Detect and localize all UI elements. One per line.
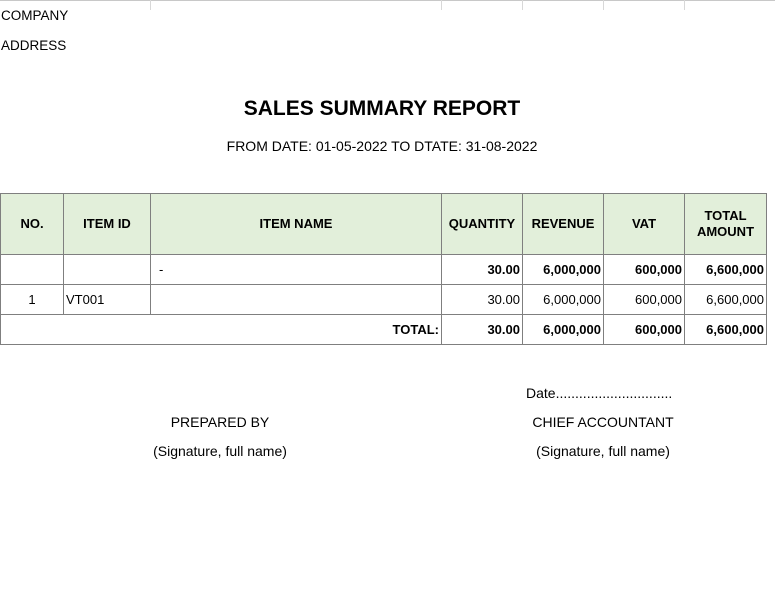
total-quantity: 30.00 xyxy=(441,314,523,345)
cell-item-id: VT001 xyxy=(63,284,151,315)
gridline xyxy=(150,0,151,10)
chief-accountant-label: CHIEF ACCOUNTANT xyxy=(532,414,674,430)
company-label: COMPANY xyxy=(1,8,69,23)
column-header-total-amount: TOTAL AMOUNT xyxy=(684,193,767,255)
report-title: SALES SUMMARY REPORT xyxy=(243,97,521,120)
cell-vat: 600,000 xyxy=(603,284,685,315)
cell-revenue: 6,000,000 xyxy=(522,254,604,285)
column-header-quantity: QUANTITY xyxy=(441,193,523,255)
gridline xyxy=(603,0,604,10)
cell-item-name xyxy=(150,284,442,315)
column-header-revenue: REVENUE xyxy=(522,193,604,255)
gridline xyxy=(522,0,523,10)
cell-item-name: - xyxy=(150,254,442,285)
column-header-item-name: ITEM NAME xyxy=(150,193,442,255)
cell-no xyxy=(0,254,64,285)
total-vat: 600,000 xyxy=(603,314,685,345)
sales-summary-table: NO. ITEM ID ITEM NAME QUANTITY REVENUE V… xyxy=(0,193,767,345)
report-date-range: FROM DATE: 01-05-2022 TO DTATE: 31-08-20… xyxy=(226,138,538,154)
total-amount: 6,600,000 xyxy=(684,314,767,345)
cell-quantity: 30.00 xyxy=(441,284,523,315)
prepared-by-label: PREPARED BY xyxy=(170,414,270,430)
prepared-by-signature-hint: (Signature, full name) xyxy=(153,443,287,459)
cell-item-id xyxy=(63,254,151,285)
total-row: TOTAL: 30.00 6,000,000 600,000 6,600,000 xyxy=(0,314,767,345)
cell-total-amount: 6,600,000 xyxy=(684,284,767,315)
column-header-item-id: ITEM ID xyxy=(63,193,151,255)
chief-accountant-signature-hint: (Signature, full name) xyxy=(536,443,670,459)
group-row: - 30.00 6,000,000 600,000 6,600,000 xyxy=(0,254,767,285)
gridline xyxy=(441,0,442,10)
table-header-row: NO. ITEM ID ITEM NAME QUANTITY REVENUE V… xyxy=(0,193,767,255)
cell-revenue: 6,000,000 xyxy=(522,284,604,315)
cell-no: 1 xyxy=(0,284,64,315)
address-label: ADDRESS xyxy=(1,38,67,53)
total-revenue: 6,000,000 xyxy=(522,314,604,345)
sheet-top-border xyxy=(0,0,775,1)
cell-total-amount: 6,600,000 xyxy=(684,254,767,285)
gridline xyxy=(684,0,685,10)
column-header-no: NO. xyxy=(0,193,64,255)
table-row: 1 VT001 30.00 6,000,000 600,000 6,600,00… xyxy=(0,284,767,315)
date-line: Date.............................. xyxy=(526,385,673,401)
column-header-vat: VAT xyxy=(603,193,685,255)
total-label: TOTAL: xyxy=(0,314,442,345)
cell-vat: 600,000 xyxy=(603,254,685,285)
cell-quantity: 30.00 xyxy=(441,254,523,285)
